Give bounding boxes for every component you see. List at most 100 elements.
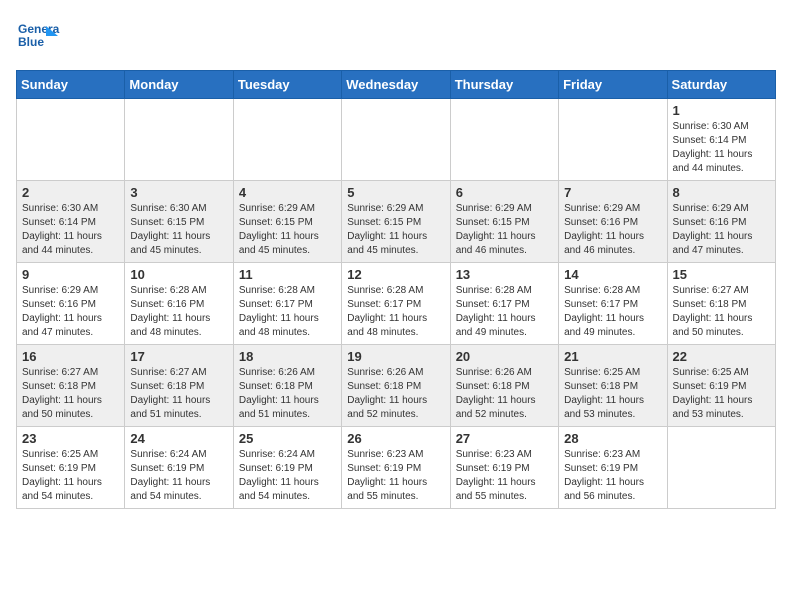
day-cell: 2 Sunrise: 6:30 AM Sunset: 6:14 PM Daylig… bbox=[17, 181, 125, 263]
day-info: Sunrise: 6:26 AM Sunset: 6:18 PM Dayligh… bbox=[347, 366, 444, 422]
day-number: 4 bbox=[239, 185, 336, 200]
day-cell: 21 Sunrise: 6:25 AM Sunset: 6:18 PM Dayli… bbox=[559, 345, 667, 427]
day-cell: 28 Sunrise: 6:23 AM Sunset: 6:19 PM Dayli… bbox=[559, 427, 667, 509]
day-info: Sunrise: 6:25 AM Sunset: 6:18 PM Dayligh… bbox=[564, 366, 661, 422]
day-cell: 14 Sunrise: 6:28 AM Sunset: 6:17 PM Dayli… bbox=[559, 263, 667, 345]
day-cell bbox=[559, 99, 667, 181]
day-info: Sunrise: 6:30 AM Sunset: 6:14 PM Dayligh… bbox=[673, 120, 770, 176]
day-cell: 19 Sunrise: 6:26 AM Sunset: 6:18 PM Dayli… bbox=[342, 345, 450, 427]
day-info: Sunrise: 6:23 AM Sunset: 6:19 PM Dayligh… bbox=[456, 448, 553, 504]
day-number: 1 bbox=[673, 103, 770, 118]
day-cell bbox=[233, 99, 341, 181]
day-cell: 17 Sunrise: 6:27 AM Sunset: 6:18 PM Dayli… bbox=[125, 345, 233, 427]
day-info: Sunrise: 6:29 AM Sunset: 6:16 PM Dayligh… bbox=[22, 284, 119, 340]
day-info: Sunrise: 6:30 AM Sunset: 6:14 PM Dayligh… bbox=[22, 202, 119, 258]
day-number: 7 bbox=[564, 185, 661, 200]
day-info: Sunrise: 6:29 AM Sunset: 6:16 PM Dayligh… bbox=[564, 202, 661, 258]
day-cell bbox=[342, 99, 450, 181]
day-number: 13 bbox=[456, 267, 553, 282]
day-number: 28 bbox=[564, 431, 661, 446]
day-info: Sunrise: 6:29 AM Sunset: 6:16 PM Dayligh… bbox=[673, 202, 770, 258]
day-cell: 24 Sunrise: 6:24 AM Sunset: 6:19 PM Dayli… bbox=[125, 427, 233, 509]
day-number: 24 bbox=[130, 431, 227, 446]
day-cell: 1 Sunrise: 6:30 AM Sunset: 6:14 PM Daylig… bbox=[667, 99, 775, 181]
day-info: Sunrise: 6:25 AM Sunset: 6:19 PM Dayligh… bbox=[673, 366, 770, 422]
day-cell bbox=[17, 99, 125, 181]
day-info: Sunrise: 6:24 AM Sunset: 6:19 PM Dayligh… bbox=[130, 448, 227, 504]
week-row-5: 23 Sunrise: 6:25 AM Sunset: 6:19 PM Dayli… bbox=[17, 427, 776, 509]
day-info: Sunrise: 6:23 AM Sunset: 6:19 PM Dayligh… bbox=[347, 448, 444, 504]
day-cell bbox=[667, 427, 775, 509]
day-number: 27 bbox=[456, 431, 553, 446]
day-info: Sunrise: 6:26 AM Sunset: 6:18 PM Dayligh… bbox=[239, 366, 336, 422]
week-row-1: 1 Sunrise: 6:30 AM Sunset: 6:14 PM Daylig… bbox=[17, 99, 776, 181]
day-header-monday: Monday bbox=[125, 71, 233, 99]
day-number: 18 bbox=[239, 349, 336, 364]
day-cell: 25 Sunrise: 6:24 AM Sunset: 6:19 PM Dayli… bbox=[233, 427, 341, 509]
day-cell: 12 Sunrise: 6:28 AM Sunset: 6:17 PM Dayli… bbox=[342, 263, 450, 345]
day-number: 5 bbox=[347, 185, 444, 200]
day-header-tuesday: Tuesday bbox=[233, 71, 341, 99]
day-info: Sunrise: 6:30 AM Sunset: 6:15 PM Dayligh… bbox=[130, 202, 227, 258]
day-info: Sunrise: 6:28 AM Sunset: 6:17 PM Dayligh… bbox=[347, 284, 444, 340]
day-header-wednesday: Wednesday bbox=[342, 71, 450, 99]
logo-svg: GeneralBlue bbox=[16, 16, 60, 60]
svg-text:Blue: Blue bbox=[18, 35, 44, 49]
day-number: 22 bbox=[673, 349, 770, 364]
day-cell bbox=[450, 99, 558, 181]
day-header-saturday: Saturday bbox=[667, 71, 775, 99]
week-row-4: 16 Sunrise: 6:27 AM Sunset: 6:18 PM Dayli… bbox=[17, 345, 776, 427]
day-number: 2 bbox=[22, 185, 119, 200]
day-number: 8 bbox=[673, 185, 770, 200]
day-cell: 20Sunrise: 6:26 AM Sunset: 6:18 PM Dayli… bbox=[450, 345, 558, 427]
day-info: Sunrise: 6:26 AM Sunset: 6:18 PM Dayligh… bbox=[456, 366, 553, 422]
day-info: Sunrise: 6:25 AM Sunset: 6:19 PM Dayligh… bbox=[22, 448, 119, 504]
day-info: Sunrise: 6:28 AM Sunset: 6:16 PM Dayligh… bbox=[130, 284, 227, 340]
calendar-table: SundayMondayTuesdayWednesdayThursdayFrid… bbox=[16, 70, 776, 509]
week-row-2: 2 Sunrise: 6:30 AM Sunset: 6:14 PM Daylig… bbox=[17, 181, 776, 263]
day-info: Sunrise: 6:27 AM Sunset: 6:18 PM Dayligh… bbox=[130, 366, 227, 422]
day-cell: 22 Sunrise: 6:25 AM Sunset: 6:19 PM Dayli… bbox=[667, 345, 775, 427]
day-number: 25 bbox=[239, 431, 336, 446]
day-number: 9 bbox=[22, 267, 119, 282]
week-row-3: 9 Sunrise: 6:29 AM Sunset: 6:16 PM Daylig… bbox=[17, 263, 776, 345]
day-info: Sunrise: 6:24 AM Sunset: 6:19 PM Dayligh… bbox=[239, 448, 336, 504]
day-cell: 4 Sunrise: 6:29 AM Sunset: 6:15 PM Daylig… bbox=[233, 181, 341, 263]
day-number: 17 bbox=[130, 349, 227, 364]
day-header-sunday: Sunday bbox=[17, 71, 125, 99]
day-info: Sunrise: 6:29 AM Sunset: 6:15 PM Dayligh… bbox=[347, 202, 444, 258]
day-cell: 11 Sunrise: 6:28 AM Sunset: 6:17 PM Dayli… bbox=[233, 263, 341, 345]
header-row: SundayMondayTuesdayWednesdayThursdayFrid… bbox=[17, 71, 776, 99]
day-info: Sunrise: 6:29 AM Sunset: 6:15 PM Dayligh… bbox=[456, 202, 553, 258]
day-number: 14 bbox=[564, 267, 661, 282]
day-cell: 26Sunrise: 6:23 AM Sunset: 6:19 PM Dayli… bbox=[342, 427, 450, 509]
day-cell: 7 Sunrise: 6:29 AM Sunset: 6:16 PM Daylig… bbox=[559, 181, 667, 263]
day-number: 10 bbox=[130, 267, 227, 282]
day-cell: 8 Sunrise: 6:29 AM Sunset: 6:16 PM Daylig… bbox=[667, 181, 775, 263]
logo: GeneralBlue bbox=[16, 16, 60, 60]
day-cell: 18 Sunrise: 6:26 AM Sunset: 6:18 PM Dayli… bbox=[233, 345, 341, 427]
day-number: 23 bbox=[22, 431, 119, 446]
day-info: Sunrise: 6:23 AM Sunset: 6:19 PM Dayligh… bbox=[564, 448, 661, 504]
day-number: 11 bbox=[239, 267, 336, 282]
day-info: Sunrise: 6:28 AM Sunset: 6:17 PM Dayligh… bbox=[239, 284, 336, 340]
day-info: Sunrise: 6:28 AM Sunset: 6:17 PM Dayligh… bbox=[564, 284, 661, 340]
day-cell: 5 Sunrise: 6:29 AM Sunset: 6:15 PM Daylig… bbox=[342, 181, 450, 263]
day-cell: 27 Sunrise: 6:23 AM Sunset: 6:19 PM Dayli… bbox=[450, 427, 558, 509]
day-cell bbox=[125, 99, 233, 181]
day-number: 12 bbox=[347, 267, 444, 282]
day-cell: 10 Sunrise: 6:28 AM Sunset: 6:16 PM Dayli… bbox=[125, 263, 233, 345]
day-info: Sunrise: 6:29 AM Sunset: 6:15 PM Dayligh… bbox=[239, 202, 336, 258]
day-cell: 23 Sunrise: 6:25 AM Sunset: 6:19 PM Dayli… bbox=[17, 427, 125, 509]
page-header: GeneralBlue bbox=[16, 16, 776, 60]
day-cell: 16 Sunrise: 6:27 AM Sunset: 6:18 PM Dayli… bbox=[17, 345, 125, 427]
day-number: 6 bbox=[456, 185, 553, 200]
day-number: 15 bbox=[673, 267, 770, 282]
day-cell: 9 Sunrise: 6:29 AM Sunset: 6:16 PM Daylig… bbox=[17, 263, 125, 345]
day-number: 3 bbox=[130, 185, 227, 200]
day-info: Sunrise: 6:27 AM Sunset: 6:18 PM Dayligh… bbox=[22, 366, 119, 422]
day-number: 19 bbox=[347, 349, 444, 364]
day-info: Sunrise: 6:27 AM Sunset: 6:18 PM Dayligh… bbox=[673, 284, 770, 340]
day-number: 16 bbox=[22, 349, 119, 364]
day-number: 21 bbox=[564, 349, 661, 364]
